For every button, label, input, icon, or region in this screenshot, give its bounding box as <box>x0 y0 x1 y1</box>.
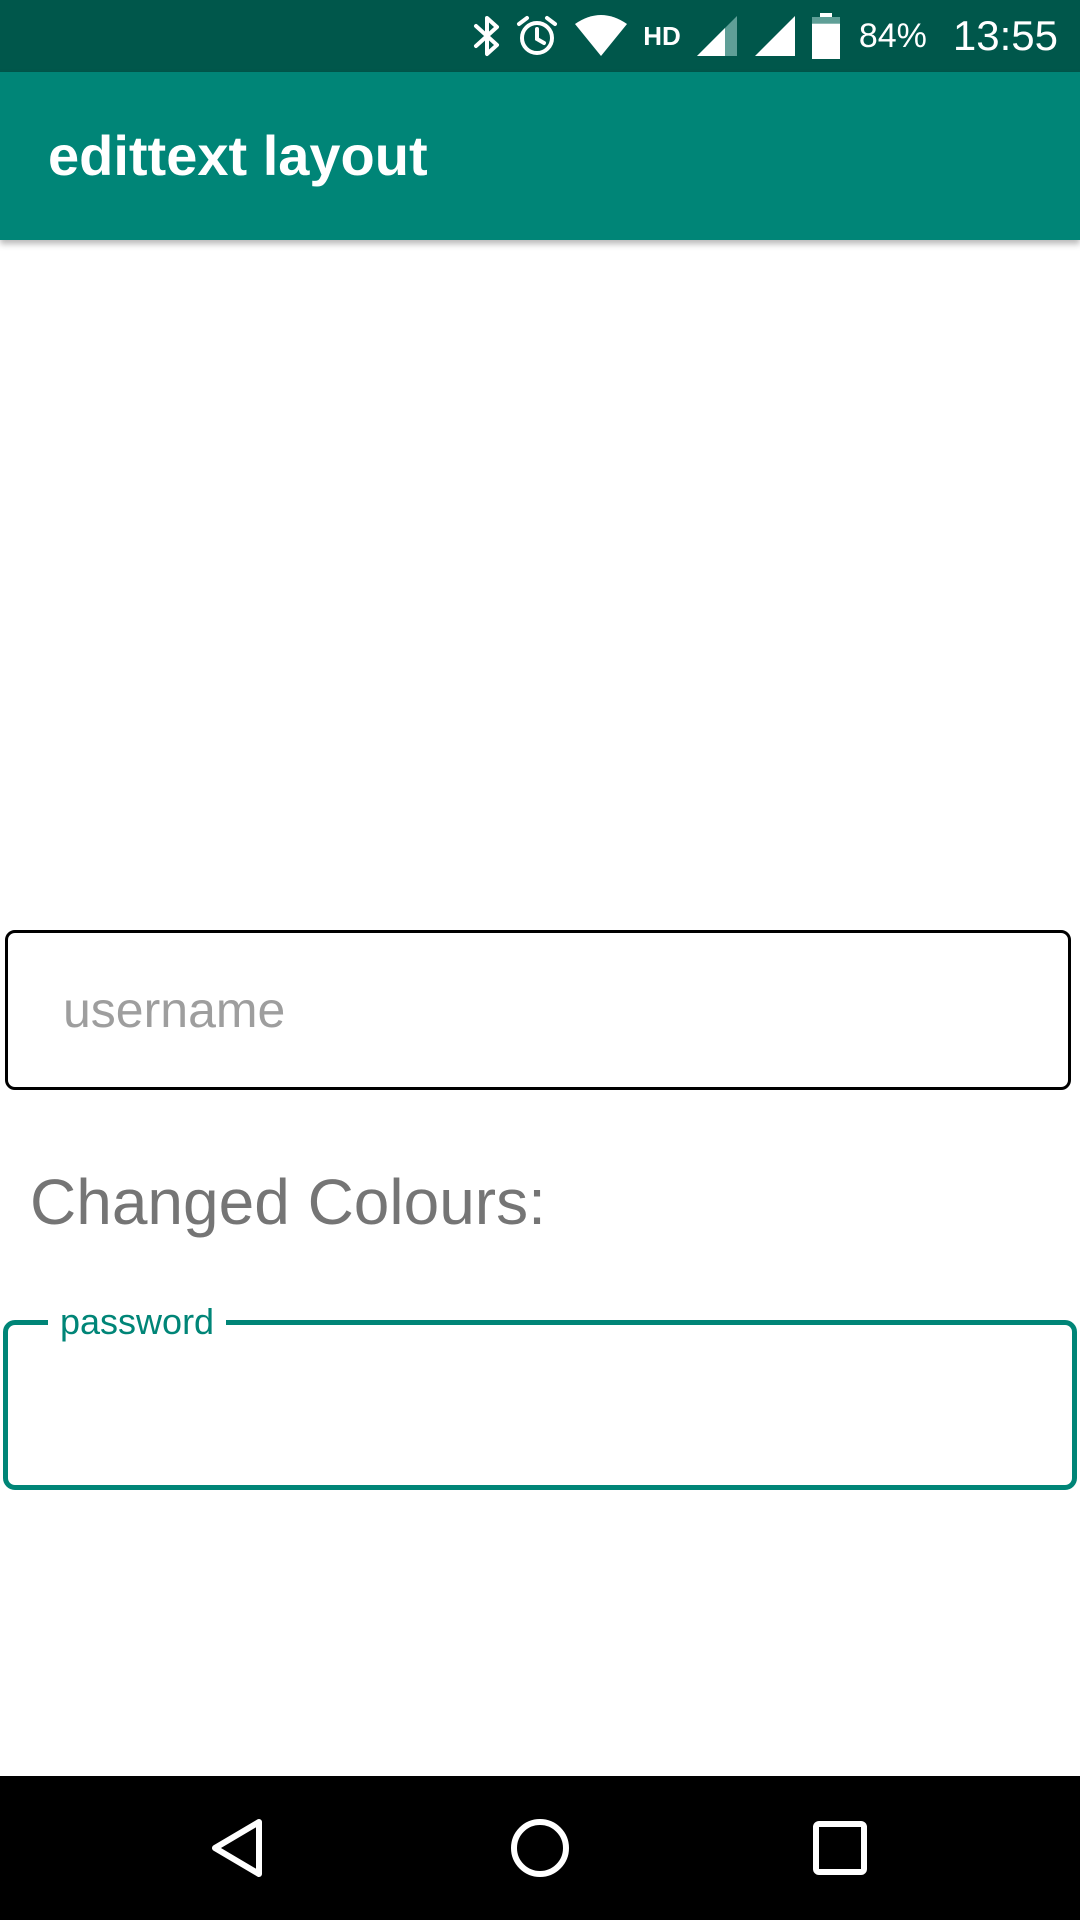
bluetooth-icon <box>473 0 501 72</box>
hd-label: HD <box>643 20 681 51</box>
username-input[interactable] <box>63 933 1023 1087</box>
home-button[interactable] <box>460 1776 620 1920</box>
nav-bar <box>0 1776 1080 1920</box>
hd-icon: HD <box>643 0 681 72</box>
app-title: edittext layout <box>48 124 428 187</box>
wifi-icon <box>573 0 629 72</box>
screen: HD 84% 13:55 edittext layout username Ch… <box>0 0 1080 1920</box>
recents-button[interactable] <box>760 1776 920 1920</box>
back-button[interactable] <box>159 1776 319 1920</box>
signal-icon <box>695 0 739 72</box>
username-field[interactable] <box>5 930 1071 1090</box>
battery-percent: 84% <box>858 16 927 55</box>
app-bar: edittext layout <box>0 72 1080 240</box>
home-icon <box>511 1819 569 1877</box>
password-field[interactable]: password <box>3 1298 1077 1490</box>
status-bar: HD 84% 13:55 <box>0 0 1080 72</box>
recents-icon <box>813 1821 867 1875</box>
section-label: Changed Colours: <box>30 1166 546 1238</box>
clock: 13:55 <box>952 12 1058 59</box>
back-icon <box>212 1819 262 1877</box>
status-icons: HD 84% 13:55 <box>473 0 1058 72</box>
battery-icon <box>811 0 841 72</box>
password-input[interactable] <box>63 1355 1023 1465</box>
alarm-icon <box>515 0 559 72</box>
password-label: password <box>48 1298 227 1346</box>
signal-icon <box>753 0 797 72</box>
